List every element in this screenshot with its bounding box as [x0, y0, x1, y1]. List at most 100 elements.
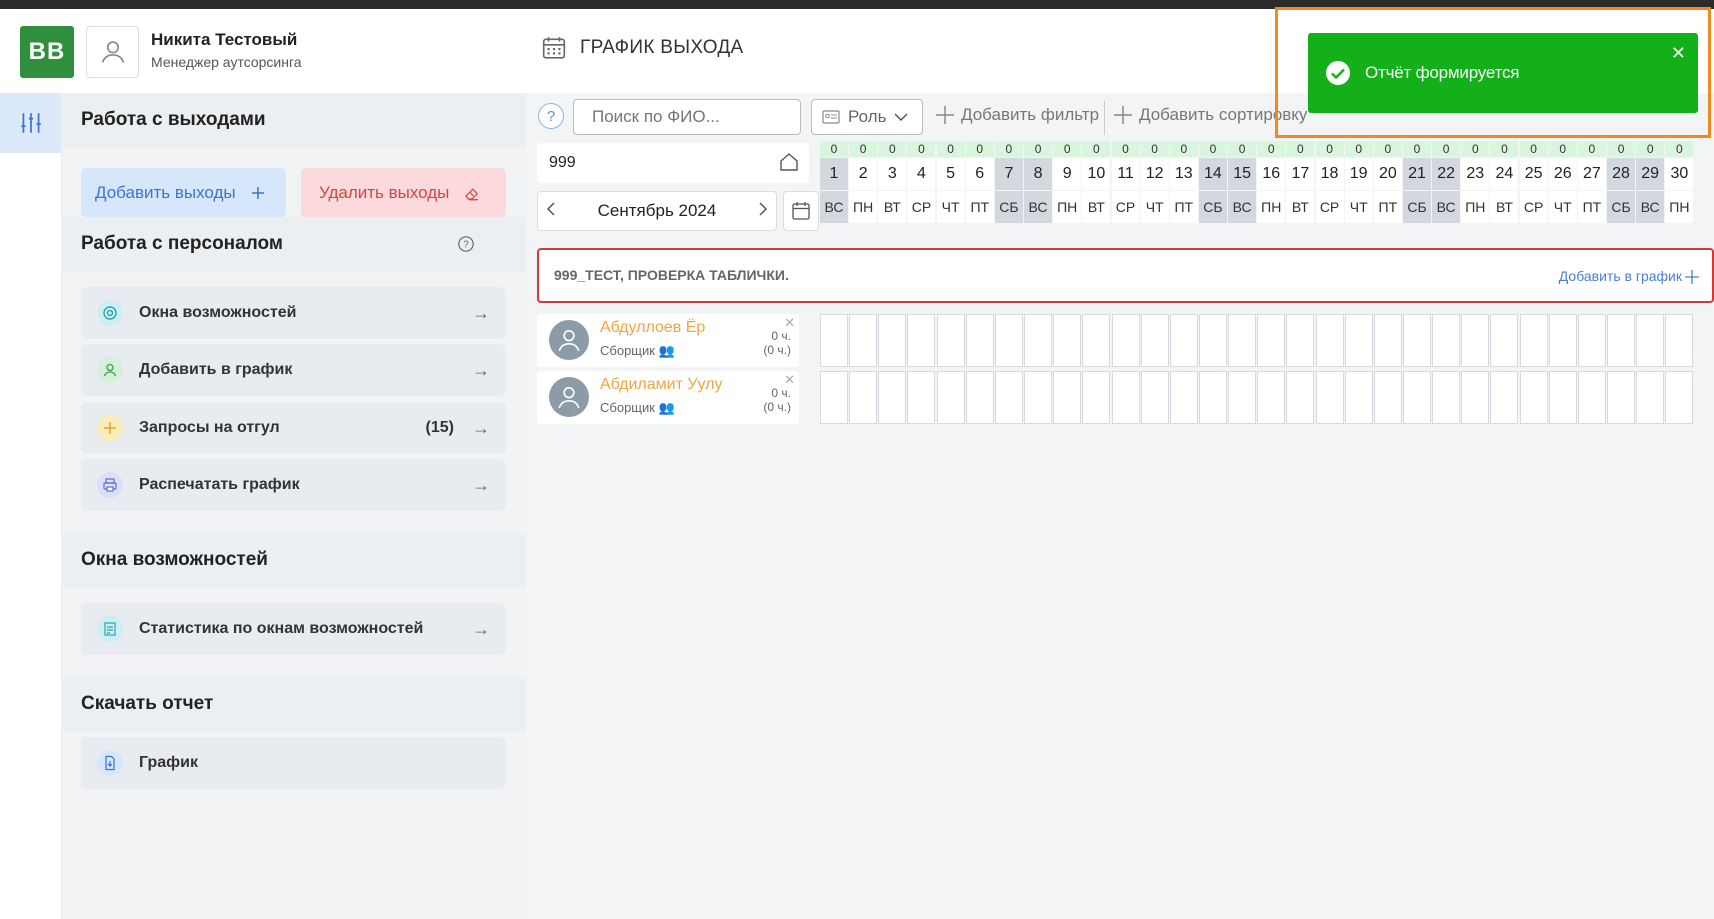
day-number[interactable]: 10 — [1082, 158, 1111, 190]
schedule-cell[interactable] — [1140, 314, 1169, 367]
day-number[interactable]: 6 — [965, 158, 994, 190]
day-number[interactable]: 2 — [849, 158, 878, 190]
day-number[interactable]: 22 — [1432, 158, 1461, 190]
schedule-cell[interactable] — [1636, 314, 1665, 367]
schedule-cell[interactable] — [1461, 371, 1490, 424]
schedule-cell[interactable] — [1140, 371, 1169, 424]
schedule-cell[interactable] — [1403, 371, 1431, 424]
schedule-cell[interactable] — [1403, 314, 1431, 367]
day-number[interactable]: 25 — [1519, 158, 1548, 190]
day-number[interactable]: 27 — [1577, 158, 1606, 190]
schedule-cell[interactable] — [1111, 371, 1140, 424]
schedule-cell[interactable] — [1257, 314, 1286, 367]
day-number[interactable]: 20 — [1373, 158, 1402, 190]
day-number[interactable]: 24 — [1490, 158, 1519, 190]
employee-name[interactable]: Абдиламит Уулу — [600, 376, 722, 394]
department-code-field[interactable]: 999 — [537, 143, 809, 183]
employee-card[interactable]: Абдуллоев Ёр Сборщик 👥 0 ч. (0 ч.) ✕ — [537, 314, 799, 367]
day-number[interactable]: 4 — [907, 158, 936, 190]
menu-item-window-stats[interactable]: Статистика по окнам возможностей → — [81, 603, 506, 655]
schedule-cell[interactable] — [1024, 314, 1053, 367]
day-number[interactable]: 7 — [994, 158, 1023, 190]
remove-icon[interactable]: ✕ — [784, 315, 795, 331]
schedule-cell[interactable] — [1519, 371, 1548, 424]
schedule-cell[interactable] — [1053, 314, 1082, 367]
day-number[interactable]: 29 — [1636, 158, 1665, 190]
schedule-cell[interactable] — [1344, 371, 1373, 424]
schedule-cell[interactable] — [1053, 371, 1082, 424]
schedule-cell[interactable] — [1607, 314, 1636, 367]
menu-item-report-schedule[interactable]: График — [81, 737, 506, 789]
day-number[interactable]: 5 — [936, 158, 965, 190]
add-exits-button[interactable]: Добавить выходы — [81, 168, 286, 218]
schedule-cell[interactable] — [1228, 314, 1257, 367]
help-icon[interactable]: ? — [457, 235, 475, 253]
schedule-cell[interactable] — [820, 314, 848, 367]
day-number[interactable]: 3 — [878, 158, 907, 190]
schedule-cell[interactable] — [1169, 314, 1198, 367]
home-icon[interactable] — [779, 152, 799, 172]
nav-settings-button[interactable] — [0, 93, 61, 153]
schedule-cell[interactable] — [1315, 314, 1344, 367]
schedule-cell[interactable] — [1432, 371, 1461, 424]
schedule-cell[interactable] — [1519, 314, 1548, 367]
user-avatar[interactable] — [86, 26, 139, 78]
prev-month-icon[interactable] — [546, 201, 556, 222]
help-button[interactable]: ? — [538, 103, 564, 129]
schedule-cell[interactable] — [1548, 371, 1577, 424]
day-number[interactable]: 18 — [1315, 158, 1344, 190]
plus-icon[interactable] — [1684, 269, 1700, 285]
schedule-cell[interactable] — [1577, 314, 1606, 367]
schedule-cell[interactable] — [1024, 371, 1053, 424]
day-number[interactable]: 13 — [1169, 158, 1198, 190]
schedule-cell[interactable] — [994, 371, 1023, 424]
day-number[interactable]: 9 — [1053, 158, 1082, 190]
schedule-cell[interactable] — [849, 314, 878, 367]
menu-item-leave-requests[interactable]: Запросы на отгул (15) → — [81, 402, 506, 454]
day-number[interactable]: 30 — [1665, 158, 1694, 190]
remove-icon[interactable]: ✕ — [784, 372, 795, 388]
schedule-cell[interactable] — [1082, 314, 1111, 367]
day-number[interactable]: 28 — [1607, 158, 1636, 190]
schedule-cell[interactable] — [1490, 314, 1519, 367]
schedule-cell[interactable] — [1373, 371, 1402, 424]
schedule-cell[interactable] — [1198, 371, 1227, 424]
schedule-cell[interactable] — [907, 371, 936, 424]
schedule-cell[interactable] — [1257, 371, 1286, 424]
app-logo[interactable]: BB — [20, 26, 74, 78]
schedule-cell[interactable] — [820, 371, 848, 424]
day-number[interactable]: 21 — [1403, 158, 1431, 190]
schedule-cell[interactable] — [1315, 371, 1344, 424]
schedule-cell[interactable] — [1111, 314, 1140, 367]
schedule-cell[interactable] — [907, 314, 936, 367]
add-filter-button[interactable]: Добавить фильтр — [935, 105, 1099, 125]
day-number[interactable]: 17 — [1286, 158, 1315, 190]
schedule-cell[interactable] — [1432, 314, 1461, 367]
employee-name[interactable]: Абдуллоев Ёр — [600, 319, 705, 337]
day-number[interactable]: 16 — [1257, 158, 1286, 190]
schedule-cell[interactable] — [1548, 314, 1577, 367]
schedule-cell[interactable] — [1577, 371, 1606, 424]
calendar-picker-button[interactable] — [783, 191, 819, 231]
month-selector[interactable]: Сентябрь 2024 — [537, 191, 777, 231]
schedule-cell[interactable] — [965, 314, 994, 367]
schedule-cell[interactable] — [878, 371, 907, 424]
day-number[interactable]: 15 — [1228, 158, 1257, 190]
schedule-cell[interactable] — [965, 371, 994, 424]
schedule-cell[interactable] — [1169, 371, 1198, 424]
schedule-cell[interactable] — [1607, 371, 1636, 424]
schedule-cell[interactable] — [994, 314, 1023, 367]
schedule-cell[interactable] — [1344, 314, 1373, 367]
schedule-cell[interactable] — [1665, 314, 1694, 367]
day-number[interactable]: 11 — [1111, 158, 1140, 190]
next-month-icon[interactable] — [758, 201, 768, 222]
day-number[interactable]: 19 — [1344, 158, 1373, 190]
schedule-cell[interactable] — [1373, 314, 1402, 367]
schedule-cell[interactable] — [936, 371, 965, 424]
add-to-schedule-link[interactable]: Добавить в график — [1559, 268, 1682, 284]
schedule-cell[interactable] — [1228, 371, 1257, 424]
search-input[interactable] — [573, 99, 801, 135]
delete-exits-button[interactable]: Удалить выходы — [301, 168, 506, 218]
schedule-cell[interactable] — [1665, 371, 1694, 424]
day-number[interactable]: 23 — [1461, 158, 1490, 190]
